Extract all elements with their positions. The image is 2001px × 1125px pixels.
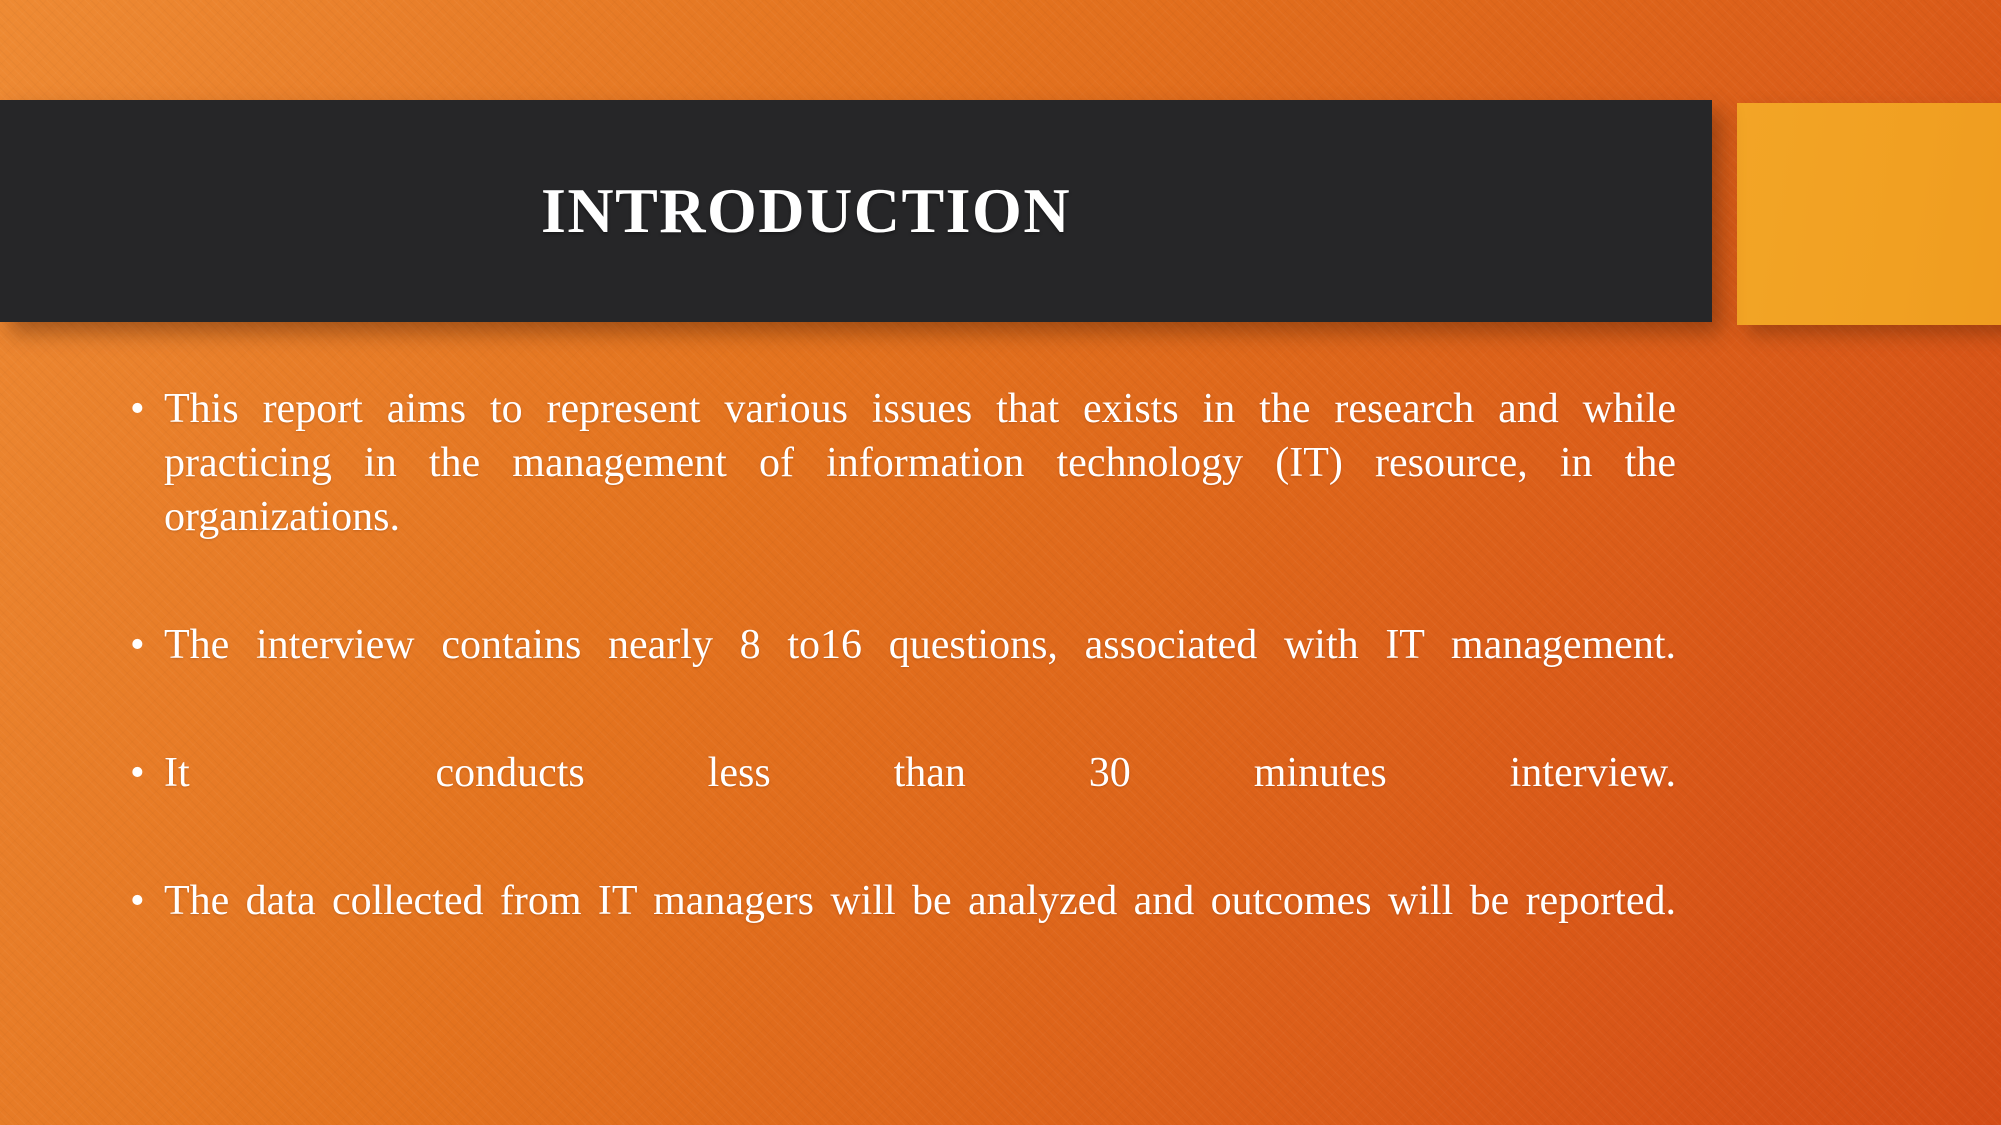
presentation-slide: INTRODUCTION • This report aims to repre… [0, 0, 2001, 1125]
list-item: • The interview contains nearly 8 to16 q… [128, 618, 1676, 726]
bullet-point-icon: • [130, 386, 145, 432]
bullet-point-icon: • [130, 622, 145, 668]
list-item-text: The data collected from IT managers will… [164, 878, 1676, 924]
accent-block [1737, 103, 2001, 325]
title-bar: INTRODUCTION [0, 100, 1712, 322]
list-item-text: It conducts less than 30 minutes intervi… [164, 750, 1676, 796]
bullet-point-icon: • [130, 878, 145, 924]
bullet-point-icon: • [130, 750, 145, 796]
list-item-text: The interview contains nearly 8 to16 que… [164, 622, 1676, 668]
list-item: • This report aims to represent various … [128, 382, 1676, 598]
list-item: • It conducts less than 30 minutes inter… [128, 746, 1676, 854]
list-item: • The data collected from IT managers wi… [128, 874, 1676, 982]
list-item-text: This report aims to represent various is… [164, 386, 1687, 540]
bullet-list: • This report aims to represent various … [128, 382, 1676, 1002]
slide-title: INTRODUCTION [540, 175, 1072, 246]
